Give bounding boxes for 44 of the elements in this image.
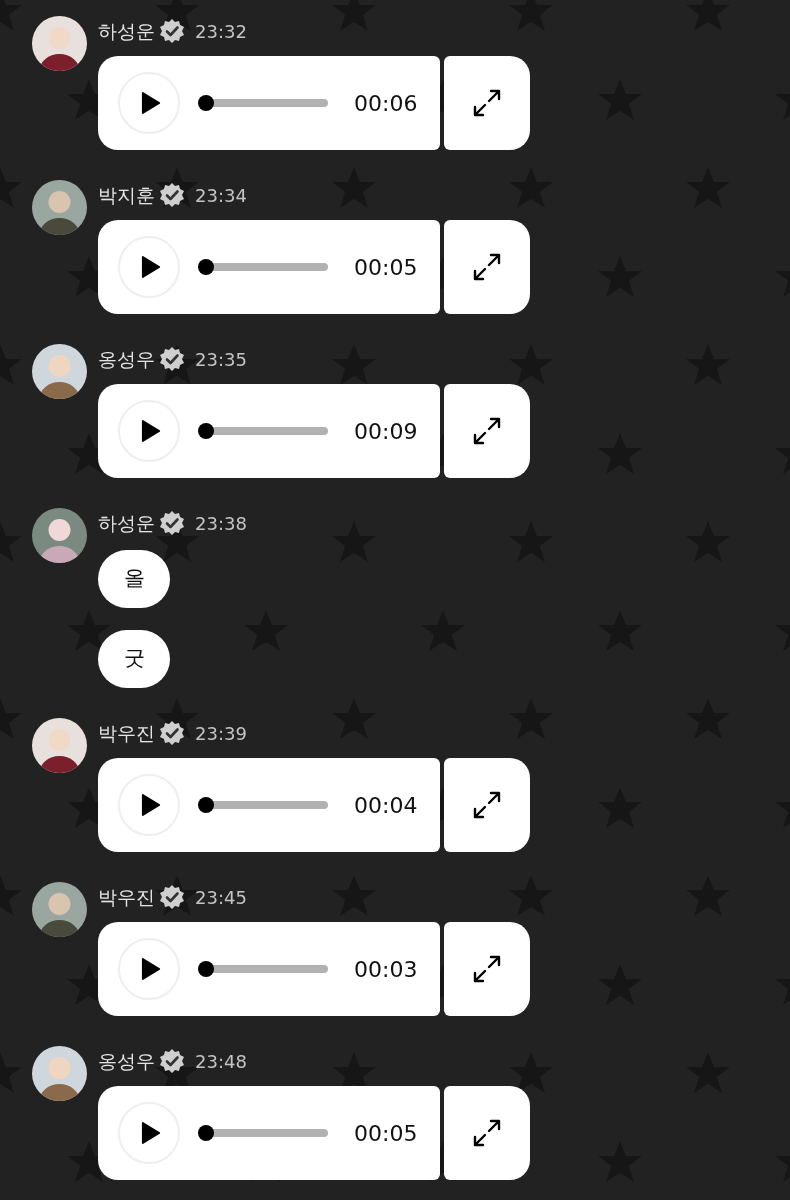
timestamp: 23:35 [195,347,247,372]
progress-thumb[interactable] [198,259,214,275]
timestamp: 23:39 [195,721,247,746]
play-icon [141,92,161,114]
play-icon [141,256,161,278]
play-icon [141,420,161,442]
duration: 00:09 [354,417,418,446]
duration: 00:04 [354,791,418,820]
play-icon [141,958,161,980]
progress-thumb[interactable] [198,1125,214,1141]
author-name: 박우진 [98,884,155,910]
expand-button[interactable] [444,922,530,1016]
expand-icon [472,416,502,446]
author-name: 박지훈 [98,182,155,208]
play-icon [141,794,161,816]
author-name: 하성운 [98,510,155,536]
progress-thumb[interactable] [198,797,214,813]
expand-icon [472,1118,502,1148]
progress-thumb[interactable] [198,961,214,977]
expand-icon [472,88,502,118]
play-icon [141,1122,161,1144]
timestamp: 23:38 [195,511,247,536]
expand-button[interactable] [444,758,530,852]
expand-button[interactable] [444,56,530,150]
expand-button[interactable] [444,1086,530,1180]
author-name: 박우진 [98,720,155,746]
author-name: 옹성우 [98,346,155,372]
expand-icon [472,954,502,984]
duration: 00:03 [354,955,418,984]
duration: 00:06 [354,89,418,118]
expand-button[interactable] [444,384,530,478]
progress-thumb[interactable] [198,423,214,439]
duration: 00:05 [354,253,418,282]
expand-icon [472,790,502,820]
timestamp: 23:32 [195,19,247,44]
expand-button[interactable] [444,220,530,314]
duration: 00:05 [354,1119,418,1148]
progress-thumb[interactable] [198,95,214,111]
author-name: 옹성우 [98,1048,155,1074]
expand-icon [472,252,502,282]
timestamp: 23:34 [195,183,247,208]
timestamp: 23:45 [195,885,247,910]
timestamp: 23:48 [195,1049,247,1074]
author-name: 하성운 [98,18,155,44]
